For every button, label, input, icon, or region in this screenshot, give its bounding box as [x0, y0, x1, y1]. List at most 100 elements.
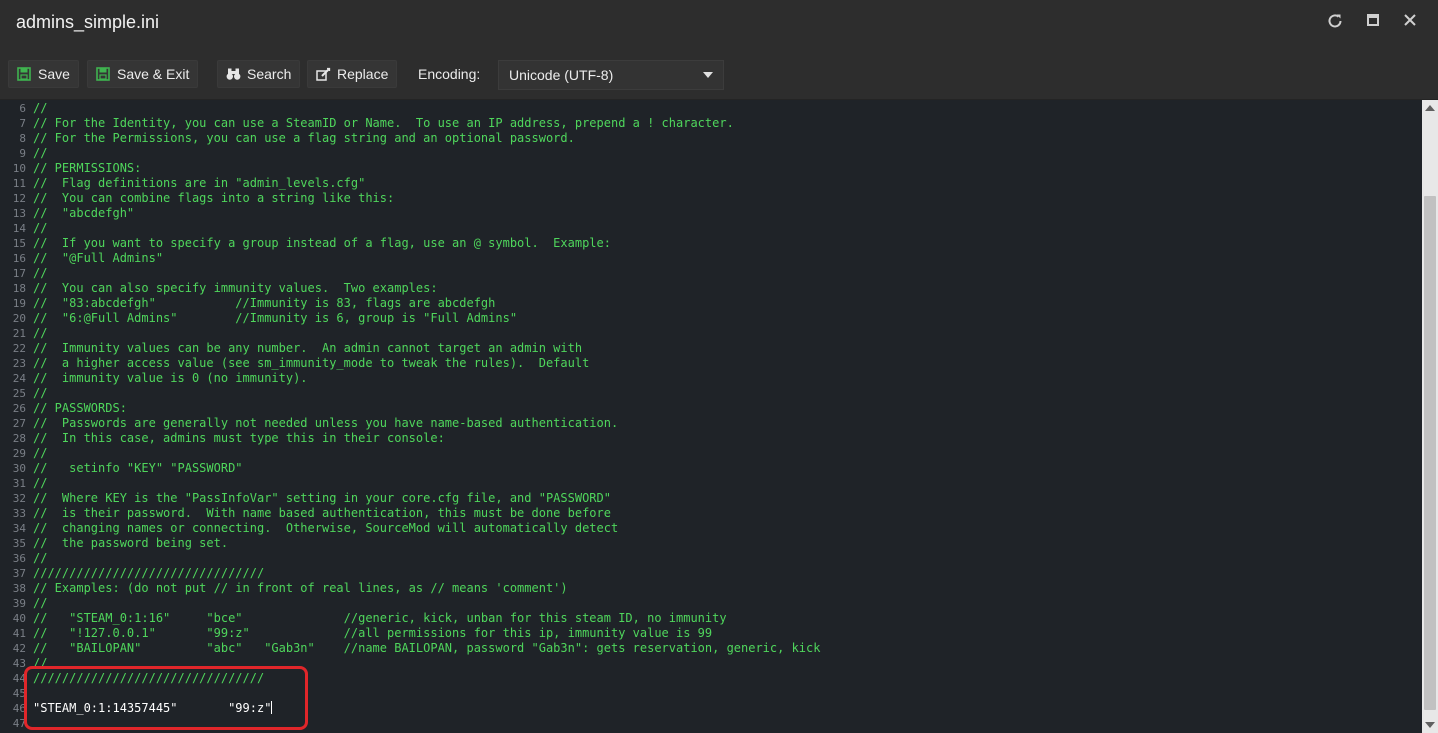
code-line: 29 // [0, 446, 1422, 461]
line-text: // For the Identity, you can use a Steam… [33, 116, 734, 130]
scroll-down-icon[interactable] [1425, 722, 1435, 728]
code-line: 12 // You can combine flags into a string… [0, 191, 1422, 206]
line-text: //////////////////////////////// [33, 566, 265, 580]
code-line: 11 // Flag definitions are in "admin_leve… [0, 176, 1422, 191]
line-number: 42 [12, 642, 26, 655]
line-text: // changing names or connecting. Otherwi… [33, 521, 619, 535]
code-line: 13 // "abcdefgh" [0, 206, 1422, 221]
code-line: 10 // PERMISSIONS: [0, 161, 1422, 176]
line-number: 25 [12, 387, 26, 400]
replace-icon [316, 67, 331, 81]
maximize-icon[interactable] [1363, 12, 1383, 34]
line-number: 41 [12, 627, 26, 640]
code-line: 14 // [0, 221, 1422, 236]
code-line: 17 // [0, 266, 1422, 281]
line-text: // "BAILOPAN" "abc" "Gab3n" //name BAILO… [33, 641, 821, 655]
code-line: 38 // Examples: (do not put // in front o… [0, 581, 1422, 596]
code-line: 22 // Immunity values can be any number. … [0, 341, 1422, 356]
code-line: 24 // immunity value is 0 (no immunity). [0, 371, 1422, 386]
window-title: admins_simple.ini [16, 12, 160, 32]
encoding-label: Encoding: [418, 66, 481, 82]
line-number: 23 [12, 357, 26, 370]
line-number: 45 [12, 687, 26, 700]
code-line: 8 // For the Permissions, you can use a f… [0, 131, 1422, 146]
line-text: // [33, 476, 48, 490]
code-line: 42 // "BAILOPAN" "abc" "Gab3n" //name BAI… [0, 641, 1422, 656]
line-text: // For the Permissions, you can use a fl… [33, 131, 575, 145]
line-number: 14 [12, 222, 26, 235]
code-line: 20 // "6:@Full Admins" //Immunity is 6, g… [0, 311, 1422, 326]
line-text: // [33, 146, 48, 160]
replace-button[interactable]: Replace [307, 60, 398, 88]
line-text: // Flag definitions are in "admin_levels… [33, 176, 366, 190]
close-icon[interactable] [1400, 12, 1420, 34]
line-text: // PASSWORDS: [33, 401, 127, 415]
line-text: // In this case, admins must type this i… [33, 431, 445, 445]
code-line: 30 // setinfo "KEY" "PASSWORD" [0, 461, 1422, 476]
line-text: // setinfo "KEY" "PASSWORD" [33, 461, 243, 475]
code-line: 41 // "!127.0.0.1" "99:z" //all permissio… [0, 626, 1422, 641]
scrollbar-thumb[interactable] [1424, 196, 1436, 710]
line-text: // "83:abcdefgh" //Immunity is 83, flags… [33, 296, 496, 310]
replace-label: Replace [337, 66, 389, 82]
line-text: // the password being set. [33, 536, 229, 550]
line-text: // [33, 101, 48, 115]
line-text: // [33, 446, 48, 460]
line-number: 6 [19, 102, 26, 115]
line-number: 26 [12, 402, 26, 415]
code-line: 36 // [0, 551, 1422, 566]
line-number: 21 [12, 327, 26, 340]
line-text: // [33, 266, 48, 280]
highlight-annotation [24, 666, 308, 730]
scroll-up-icon[interactable] [1425, 105, 1435, 111]
floppy-disk-icon [96, 67, 110, 81]
line-text: // Where KEY is the "PassInfoVar" settin… [33, 491, 611, 505]
line-text: // Passwords are generally not needed un… [33, 416, 619, 430]
line-text: // a higher access value (see sm_immunit… [33, 356, 590, 370]
save-and-exit-button[interactable]: Save & Exit [87, 60, 199, 88]
vertical-scrollbar[interactable] [1422, 100, 1438, 733]
encoding-select[interactable]: Unicode (UTF-8) [498, 60, 724, 90]
line-number: 17 [12, 267, 26, 280]
code-line: 40 // "STEAM_0:1:16" "bce" //generic, kic… [0, 611, 1422, 626]
code-line: 28 // In this case, admins must type this… [0, 431, 1422, 446]
line-number: 46 [12, 702, 26, 715]
line-text: // immunity value is 0 (no immunity). [33, 371, 308, 385]
line-number: 15 [12, 237, 26, 250]
line-number: 32 [12, 492, 26, 505]
line-number: 7 [19, 117, 26, 130]
line-text: // If you want to specify a group instea… [33, 236, 611, 250]
code-line: 32 // Where KEY is the "PassInfoVar" sett… [0, 491, 1422, 506]
code-line: 26 // PASSWORDS: [0, 401, 1422, 416]
line-number: 19 [12, 297, 26, 310]
code-line: 27 // Passwords are generally not needed … [0, 416, 1422, 431]
line-number: 38 [12, 582, 26, 595]
title-bar: admins_simple.ini [0, 0, 1438, 48]
line-number: 9 [19, 147, 26, 160]
line-number: 37 [12, 567, 26, 580]
encoding-value: Unicode (UTF-8) [509, 67, 614, 83]
line-text: // "abcdefgh" [33, 206, 135, 220]
line-text: // [33, 221, 48, 235]
refresh-icon[interactable] [1325, 12, 1345, 34]
line-text: // PERMISSIONS: [33, 161, 142, 175]
binoculars-icon [226, 67, 241, 81]
line-number: 39 [12, 597, 26, 610]
line-text: // [33, 551, 48, 565]
code-line: 31 // [0, 476, 1422, 491]
code-line: 7 // For the Identity, you can use a Stea… [0, 116, 1422, 131]
line-number: 13 [12, 207, 26, 220]
save-button[interactable]: Save [8, 60, 79, 88]
search-button[interactable]: Search [217, 60, 301, 88]
line-number: 30 [12, 462, 26, 475]
line-text: // [33, 326, 48, 340]
line-number: 11 [12, 177, 26, 190]
code-editor[interactable]: 6 // 7 // For the Identity, you can use a S… [0, 100, 1422, 733]
line-number: 36 [12, 552, 26, 565]
line-number: 27 [12, 417, 26, 430]
line-number: 22 [12, 342, 26, 355]
line-number: 43 [12, 657, 26, 670]
code-line: 19 // "83:abcdefgh" //Immunity is 83, fla… [0, 296, 1422, 311]
line-number: 28 [12, 432, 26, 445]
line-text: // You can also specify immunity values.… [33, 281, 438, 295]
